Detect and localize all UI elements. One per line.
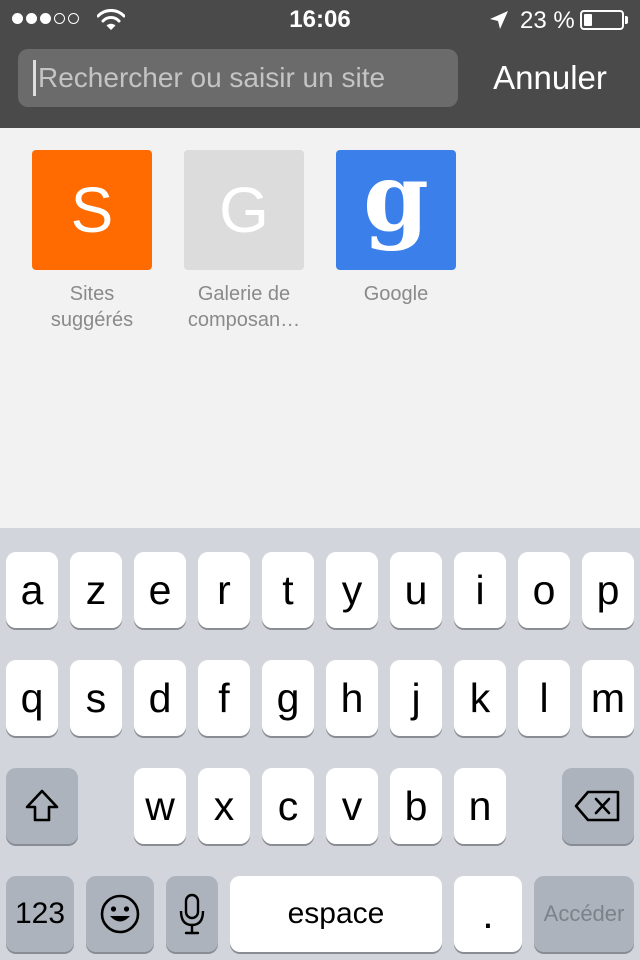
key-f[interactable]: f <box>198 660 250 736</box>
search-field[interactable] <box>18 49 458 107</box>
key-m[interactable]: m <box>582 660 634 736</box>
search-input[interactable] <box>38 49 448 107</box>
dictation-key[interactable] <box>166 876 218 952</box>
emoji-key[interactable] <box>86 876 154 952</box>
suggested-sites-tile[interactable]: S <box>32 150 152 270</box>
key-o[interactable]: o <box>518 552 570 628</box>
text-caret <box>33 60 36 96</box>
top-toolbar: 16:06 23 % Annuler <box>0 0 640 128</box>
key-u[interactable]: u <box>390 552 442 628</box>
battery-percentage: 23 % <box>520 7 575 34</box>
key-r[interactable]: r <box>198 552 250 628</box>
location-arrow-icon <box>490 11 508 29</box>
numbers-key[interactable]: 123 <box>6 876 74 952</box>
favorite-label-line: Google <box>363 283 429 305</box>
favorite-suggested-sites[interactable]: S Sites suggérés <box>17 150 167 333</box>
cancel-button[interactable]: Annuler <box>472 52 628 104</box>
key-k[interactable]: k <box>454 660 506 736</box>
favorite-label-line: Galerie de <box>197 283 291 305</box>
component-gallery-tile[interactable]: G <box>184 150 304 270</box>
key-s[interactable]: s <box>70 660 122 736</box>
favorite-google[interactable]: g Google <box>321 150 471 307</box>
key-a[interactable]: a <box>6 552 58 628</box>
period-key[interactable]: . <box>454 876 522 952</box>
delete-key[interactable] <box>562 768 634 844</box>
key-l[interactable]: l <box>518 660 570 736</box>
favorite-label: Google <box>321 281 471 307</box>
google-logo-glyph: g <box>363 150 429 253</box>
key-w[interactable]: w <box>134 768 186 844</box>
key-i[interactable]: i <box>454 552 506 628</box>
battery-fill <box>584 14 592 26</box>
key-b[interactable]: b <box>390 768 442 844</box>
key-e[interactable]: e <box>134 552 186 628</box>
key-c[interactable]: c <box>262 768 314 844</box>
emoji-icon <box>100 894 140 934</box>
favorite-component-gallery[interactable]: G Galerie de composan… <box>169 150 319 333</box>
key-h[interactable]: h <box>326 660 378 736</box>
key-g[interactable]: g <box>262 660 314 736</box>
google-tile[interactable]: g <box>336 150 456 270</box>
favorite-label: Galerie de composan… <box>169 281 319 333</box>
favorite-label-line: composan… <box>187 309 301 331</box>
key-p[interactable]: p <box>582 552 634 628</box>
shift-key[interactable] <box>6 768 78 844</box>
key-z[interactable]: z <box>70 552 122 628</box>
key-d[interactable]: d <box>134 660 186 736</box>
shift-icon <box>25 789 59 822</box>
favorite-label-line: Sites <box>69 283 115 305</box>
key-x[interactable]: x <box>198 768 250 844</box>
status-bar: 16:06 23 % <box>0 0 640 40</box>
space-key[interactable]: espace <box>230 876 442 952</box>
favorite-label: Sites suggérés <box>17 281 167 333</box>
google-logo-icon: g <box>363 150 429 253</box>
microphone-icon <box>179 893 205 935</box>
key-v[interactable]: v <box>326 768 378 844</box>
battery-icon <box>580 10 624 30</box>
delete-icon <box>574 790 620 822</box>
key-j[interactable]: j <box>390 660 442 736</box>
battery-tip <box>625 16 628 24</box>
key-t[interactable]: t <box>262 552 314 628</box>
key-y[interactable]: y <box>326 552 378 628</box>
key-n[interactable]: n <box>454 768 506 844</box>
go-key[interactable]: Accéder <box>534 876 634 952</box>
favorite-label-line: suggérés <box>50 309 134 331</box>
keyboard: a z e r t y u i o p q s d f g h j k l m … <box>0 528 640 960</box>
key-q[interactable]: q <box>6 660 58 736</box>
